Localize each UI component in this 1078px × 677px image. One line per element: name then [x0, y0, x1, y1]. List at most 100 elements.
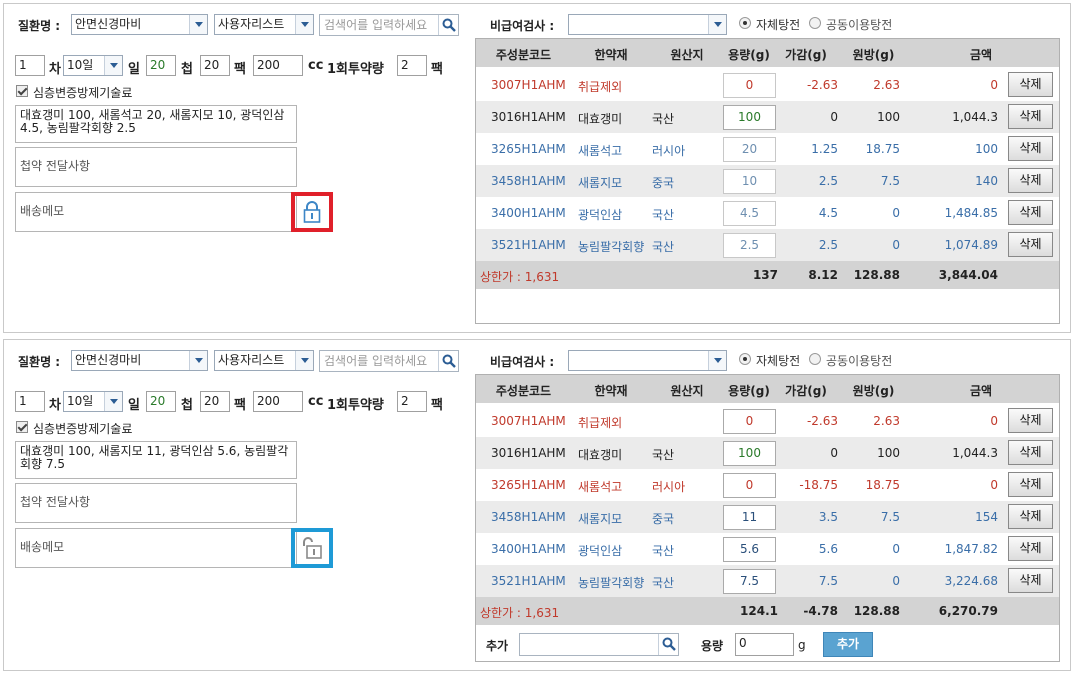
search-icon[interactable]	[658, 634, 678, 655]
cha-input[interactable]: 1	[15, 391, 45, 412]
delete-button[interactable]: 삭제	[1008, 232, 1053, 257]
cha-input[interactable]: 1	[15, 55, 45, 76]
adjust-value: -2.63	[806, 414, 838, 428]
amount-value: 1,074.89	[944, 238, 998, 252]
consult-fee-checkbox[interactable]	[16, 85, 28, 97]
quantity-input[interactable]: 7.5	[723, 569, 776, 594]
paek-input[interactable]: 20	[200, 55, 230, 76]
delete-button[interactable]: 삭제	[1008, 536, 1053, 561]
quantity-input[interactable]: 4.5	[723, 201, 776, 226]
search-icon[interactable]	[438, 351, 458, 371]
quantity-input[interactable]: 20	[723, 137, 776, 162]
disease-select-value: 안면신경마비	[75, 17, 142, 31]
herb-summary-text[interactable]: 대효갱미 100, 새롬지모 11, 광덕인삼 5.6, 농림팔각회향 7.5	[15, 441, 297, 479]
days-select[interactable]: 10일	[63, 391, 123, 412]
herb-name: 새롬지모	[578, 512, 623, 526]
consult-fee-checkbox[interactable]	[16, 421, 28, 433]
delete-button[interactable]: 삭제	[1008, 440, 1053, 465]
search-icon[interactable]	[438, 15, 458, 35]
clinic-label: 비급여검사 :	[490, 19, 555, 33]
shared-decoction-radio[interactable]	[809, 353, 821, 365]
column-header: 원방(g)	[852, 48, 895, 62]
dose-input[interactable]: 2	[397, 55, 427, 76]
quantity-input[interactable]: 100	[723, 441, 776, 466]
self-decoction-radio[interactable]	[739, 353, 751, 365]
disease-select[interactable]: 안면신경마비	[71, 350, 208, 371]
amount-value: 1,847.82	[944, 542, 998, 556]
clinic-select[interactable]	[568, 350, 727, 371]
herb-code: 3016H1AHM	[491, 446, 566, 460]
adjust-value: 1.25	[811, 142, 838, 156]
delete-button[interactable]: 삭제	[1008, 504, 1053, 529]
delete-button[interactable]: 삭제	[1008, 472, 1053, 497]
herb-search-input[interactable]: 검색어를 입력하세요	[319, 350, 459, 372]
disease-select[interactable]: 안면신경마비	[71, 14, 208, 35]
delete-button[interactable]: 삭제	[1008, 408, 1053, 433]
total-adjust: -4.78	[803, 604, 838, 618]
dose-input[interactable]: 2	[397, 391, 427, 412]
quantity-input[interactable]: 2.5	[723, 233, 776, 258]
cc-input[interactable]: 200	[253, 391, 303, 412]
chevron-down-icon	[295, 15, 313, 34]
self-decoction-radio[interactable]	[739, 17, 751, 29]
total-adjust: 8.12	[808, 268, 838, 282]
herb-code: 3521H1AHM	[491, 238, 566, 252]
herb-code: 3400H1AHM	[491, 206, 566, 220]
delete-button[interactable]: 삭제	[1008, 72, 1053, 97]
prescription-panel: 질환명 : 안면신경마비 사용자리스트 검색어를 입력하세요 1 차 10일 일 20 첩 20 팩 2…	[3, 339, 1071, 671]
delete-button[interactable]: 삭제	[1008, 568, 1053, 593]
lock-toggle-button[interactable]	[291, 528, 333, 568]
quantity-input[interactable]: 0	[723, 473, 776, 498]
adjust-value: 7.5	[818, 574, 838, 588]
add-herb-label: 추가	[486, 639, 509, 653]
days-select[interactable]: 10일	[63, 55, 123, 76]
column-header: 한약재	[594, 48, 628, 62]
lock-icon	[303, 201, 321, 226]
delete-button[interactable]: 삭제	[1008, 168, 1053, 193]
chevron-down-icon	[189, 15, 207, 34]
herb-name: 새롬지모	[578, 176, 623, 190]
table-row: 3007H1AHM 취급제외 0 -2.63 2.63 0 삭제	[476, 69, 1059, 101]
delete-button[interactable]: 삭제	[1008, 136, 1053, 161]
column-header: 주성분코드	[495, 384, 552, 398]
quantity-input[interactable]: 5.6	[723, 537, 776, 562]
herb-summary-text[interactable]: 대효갱미 100, 새롬석고 20, 새롬지모 10, 광덕인삼 4.5, 농림…	[15, 105, 297, 143]
column-header: 가감(g)	[785, 384, 827, 398]
amount-value: 1,044.3	[952, 110, 998, 124]
list-select[interactable]: 사용자리스트	[214, 350, 314, 371]
add-quantity-label: 용량	[701, 639, 724, 653]
herb-origin: 중국	[652, 512, 675, 526]
cheop-input[interactable]: 20	[146, 391, 176, 412]
add-quantity-input[interactable]: 0	[735, 633, 794, 656]
cheop-label: 첩	[181, 398, 193, 413]
herb-code: 3458H1AHM	[491, 510, 566, 524]
quantity-input[interactable]: 10	[723, 169, 776, 194]
quantity-input[interactable]: 0	[723, 73, 776, 98]
paek-label: 팩	[234, 62, 246, 77]
cheop-input[interactable]: 20	[146, 55, 176, 76]
quantity-input[interactable]: 100	[723, 105, 776, 130]
cc-input[interactable]: 200	[253, 55, 303, 76]
quantity-input[interactable]: 0	[723, 409, 776, 434]
delete-button[interactable]: 삭제	[1008, 200, 1053, 225]
herb-name: 새롬석고	[578, 144, 623, 158]
list-select[interactable]: 사용자리스트	[214, 14, 314, 35]
prescription-note-field[interactable]: 첩약 전달사항	[15, 147, 297, 187]
clinic-select[interactable]	[568, 14, 727, 35]
prescription-note-field[interactable]: 첩약 전달사항	[15, 483, 297, 523]
herb-origin: 국산	[652, 448, 675, 462]
shared-decoction-radio[interactable]	[809, 17, 821, 29]
quantity-input[interactable]: 11	[723, 505, 776, 530]
add-herb-search-input[interactable]	[519, 633, 679, 656]
herb-origin: 국산	[652, 544, 675, 558]
lock-toggle-button[interactable]	[291, 192, 333, 232]
paek-input[interactable]: 20	[200, 391, 230, 412]
delivery-memo-field[interactable]: 배송메모	[15, 528, 297, 568]
add-herb-button[interactable]: 추가	[823, 632, 873, 657]
herb-search-input[interactable]: 검색어를 입력하세요	[319, 14, 459, 36]
chevron-down-icon	[708, 351, 726, 370]
delete-button[interactable]: 삭제	[1008, 104, 1053, 129]
total-quantity: 137	[752, 268, 778, 282]
delivery-memo-field[interactable]: 배송메모	[15, 192, 297, 232]
column-header: 원산지	[670, 48, 704, 62]
